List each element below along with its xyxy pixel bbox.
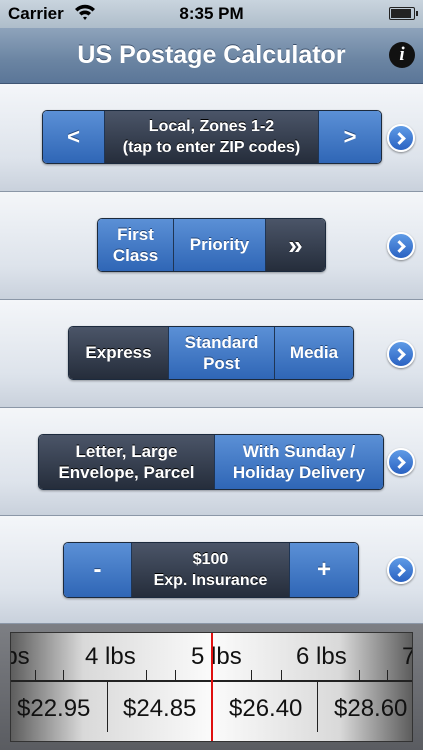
selection-indicator bbox=[211, 633, 213, 741]
price-label: $24.85 bbox=[123, 695, 197, 722]
zone-next-button[interactable]: > bbox=[319, 111, 381, 163]
insurance-stepper: - $100 Exp. Insurance + bbox=[63, 542, 359, 598]
price-separator bbox=[317, 682, 318, 732]
picker-scale[interactable]: lbs 4 lbs 5 lbs 6 lbs 7 $22.95 $24.85 $2… bbox=[10, 632, 413, 742]
weight-tick bbox=[35, 670, 36, 680]
status-bar: Carrier 8:35 PM bbox=[0, 0, 423, 28]
zone-prev-button[interactable]: < bbox=[43, 111, 105, 163]
price-label: $28.60 bbox=[334, 695, 408, 722]
segment-letter-envelope-parcel[interactable]: Letter, Large Envelope, Parcel bbox=[39, 435, 215, 489]
zone-row[interactable]: < Local, Zones 1-2 (tap to enter ZIP cod… bbox=[0, 84, 423, 192]
weight-label: 6 lbs bbox=[296, 643, 347, 670]
battery-icon bbox=[389, 7, 418, 20]
service-row-1[interactable]: First Class Priority » bbox=[0, 192, 423, 300]
weight-price-picker: lbs 4 lbs 5 lbs 6 lbs 7 $22.95 $24.85 $2… bbox=[0, 624, 423, 750]
price-label: $26.40 bbox=[229, 695, 303, 722]
insurance-minus-button[interactable]: - bbox=[64, 543, 132, 597]
weight-tick bbox=[359, 670, 360, 680]
clock: 8:35 PM bbox=[179, 4, 244, 23]
navigation-bar: US Postage Calculator i bbox=[0, 28, 423, 84]
service-disclosure-icon-2[interactable] bbox=[387, 340, 415, 368]
price-label: $22.95 bbox=[17, 695, 91, 722]
segment-express[interactable]: Express bbox=[69, 327, 169, 379]
weight-label: 4 lbs bbox=[85, 643, 136, 670]
segment-priority[interactable]: Priority bbox=[174, 219, 266, 271]
weight-label: lbs bbox=[11, 643, 30, 670]
zone-label-button[interactable]: Local, Zones 1-2 (tap to enter ZIP codes… bbox=[105, 111, 319, 163]
insurance-label[interactable]: $100 Exp. Insurance bbox=[132, 543, 290, 597]
weight-tick bbox=[387, 670, 388, 680]
package-disclosure-icon[interactable] bbox=[387, 448, 415, 476]
zone-disclosure-icon[interactable] bbox=[387, 124, 415, 152]
segment-first-class[interactable]: First Class bbox=[98, 219, 174, 271]
weight-label: 5 lbs bbox=[191, 643, 242, 670]
weight-tick bbox=[146, 670, 147, 680]
info-button[interactable]: i bbox=[389, 42, 415, 68]
weight-tick bbox=[251, 670, 252, 680]
price-separator bbox=[107, 682, 108, 732]
insurance-plus-button[interactable]: + bbox=[290, 543, 358, 597]
weight-tick bbox=[63, 670, 64, 680]
insurance-row[interactable]: - $100 Exp. Insurance + bbox=[0, 516, 423, 624]
segment-media[interactable]: Media bbox=[275, 327, 353, 379]
service-segmented-control-2: Express Standard Post Media bbox=[68, 326, 354, 380]
segment-sunday-holiday-delivery[interactable]: With Sunday / Holiday Delivery bbox=[215, 435, 383, 489]
service-disclosure-icon-1[interactable] bbox=[387, 232, 415, 260]
insurance-disclosure-icon[interactable] bbox=[387, 556, 415, 584]
package-segmented-control: Letter, Large Envelope, Parcel With Sund… bbox=[38, 434, 384, 490]
segment-more[interactable]: » bbox=[266, 219, 325, 271]
service-segmented-control-1: First Class Priority » bbox=[97, 218, 326, 272]
weight-label: 7 bbox=[402, 643, 412, 671]
package-type-row[interactable]: Letter, Large Envelope, Parcel With Sund… bbox=[0, 408, 423, 516]
segment-standard-post[interactable]: Standard Post bbox=[169, 327, 275, 379]
zone-selector: < Local, Zones 1-2 (tap to enter ZIP cod… bbox=[42, 110, 382, 164]
weight-tick bbox=[281, 670, 282, 680]
weight-tick bbox=[175, 670, 176, 680]
page-title: US Postage Calculator bbox=[77, 41, 346, 69]
service-row-2[interactable]: Express Standard Post Media bbox=[0, 300, 423, 408]
